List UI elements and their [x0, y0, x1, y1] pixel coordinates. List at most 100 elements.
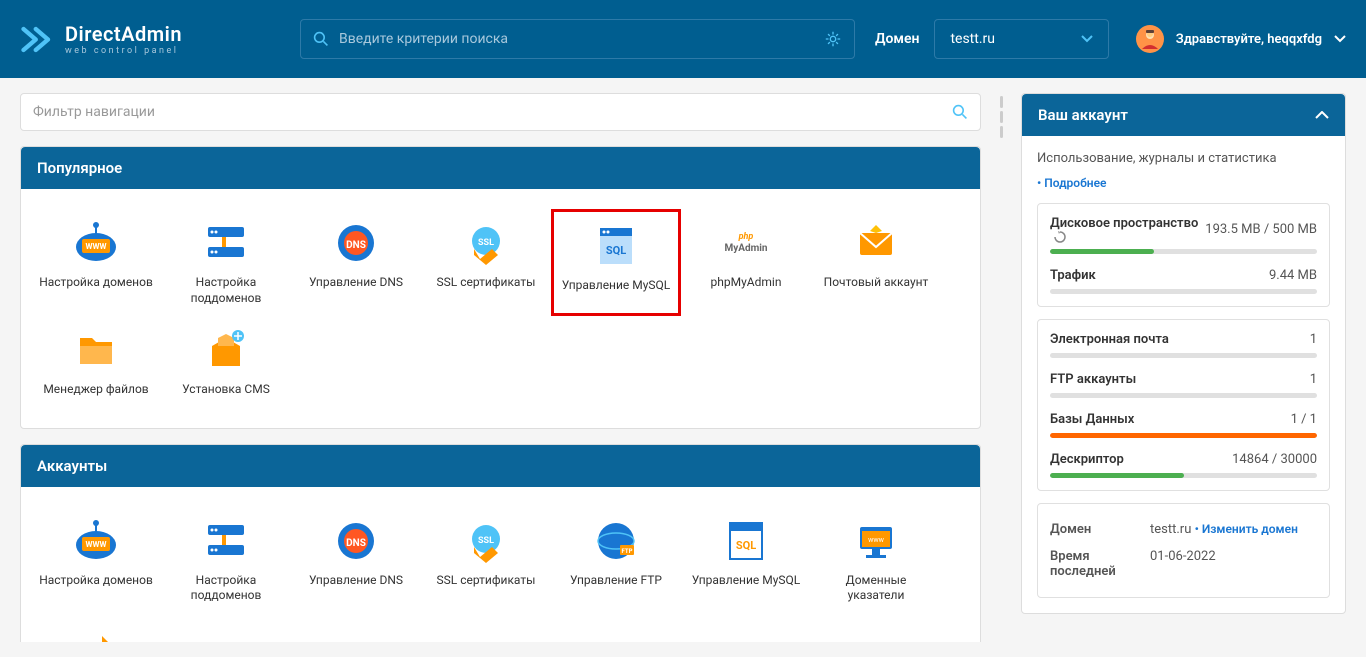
- stat-row: Трафик 9.44 MB: [1050, 268, 1317, 294]
- info-row: Доменtestt.ru • Изменить домен: [1050, 516, 1317, 543]
- grid-item-pointer[interactable]: wwwДоменные указатели: [811, 507, 941, 614]
- grid-item-label: Почтовый аккаунт: [824, 275, 929, 291]
- svg-text:SQL: SQL: [606, 244, 626, 257]
- grid-item-more[interactable]: [31, 614, 161, 642]
- stat-value: 193.5 MB / 500 MB: [1205, 222, 1317, 237]
- search-input[interactable]: [339, 31, 824, 47]
- files-icon: [72, 326, 120, 374]
- info-value: 01-06-2022: [1150, 549, 1317, 579]
- stat-row: Базы Данных 1 / 1: [1050, 412, 1317, 438]
- grid-item-label: Настройка доменов: [39, 275, 153, 291]
- grid-item-files[interactable]: Менеджер файлов: [31, 316, 161, 408]
- arrow-icon: [72, 624, 120, 642]
- grid-item-sql2[interactable]: SQLУправление MySQL: [681, 507, 811, 614]
- grid-item-ssl[interactable]: SSLSSL сертификаты: [421, 507, 551, 614]
- domain-select[interactable]: testt.ru: [934, 19, 1109, 59]
- search-icon: [313, 31, 329, 47]
- grid-item-www[interactable]: WWW Настройка доменов: [31, 209, 161, 316]
- sql2-icon: SQL: [722, 517, 770, 565]
- stat-value: 1: [1310, 332, 1317, 347]
- pma-icon: phpMyAdmin: [722, 219, 770, 267]
- www-icon: WWW: [72, 219, 120, 267]
- stat-row: Электронная почта 1: [1050, 332, 1317, 358]
- grid-item-subdomain[interactable]: Настройка поддоменов: [161, 507, 291, 614]
- stat-label: Электронная почта: [1050, 332, 1169, 347]
- grid-item-dns[interactable]: DNS Управление DNS: [291, 507, 421, 614]
- nav-filter-input[interactable]: [33, 104, 952, 120]
- ssl-icon: SSL: [462, 219, 510, 267]
- gear-icon[interactable]: [824, 30, 842, 48]
- svg-text:SSL: SSL: [478, 238, 494, 248]
- stat-row: FTP аккаунты1: [1050, 372, 1317, 398]
- widget-account: Ваш аккаунт Использование, журналы и ста…: [1021, 93, 1346, 614]
- grid-item-label: Управление FTP: [570, 573, 662, 589]
- stat-value: 9.44 MB: [1269, 268, 1317, 283]
- stat-row: Дисковое пространство193.5 MB / 500 MB: [1050, 216, 1317, 254]
- grid-item-ftp[interactable]: FTP Управление FTP: [551, 507, 681, 614]
- svg-text:DNS: DNS: [346, 538, 366, 549]
- grid-item-label: Установка CMS: [182, 382, 270, 398]
- subdomain-icon: [202, 219, 250, 267]
- info-label: Время последней: [1050, 549, 1150, 579]
- ftp-icon: FTP: [592, 517, 640, 565]
- stat-value: 1 / 1: [1291, 412, 1317, 427]
- cms-icon: [202, 326, 250, 374]
- panel-header-popular: Популярное: [21, 147, 980, 189]
- global-search[interactable]: [300, 19, 855, 59]
- greeting: Здравствуйте, heqqxfdg: [1176, 32, 1322, 47]
- svg-text:DNS: DNS: [346, 240, 366, 251]
- grid-item-ssl[interactable]: SSL SSL сертификаты: [421, 209, 551, 316]
- brand-title: DirectAdmin: [65, 22, 182, 46]
- svg-text:MyAdmin: MyAdmin: [724, 243, 767, 254]
- brand-subtitle: web control panel: [65, 46, 182, 56]
- svg-text:FTP: FTP: [622, 548, 633, 555]
- grid-item-label: Управление DNS: [309, 573, 403, 589]
- user-menu[interactable]: Здравствуйте, heqqxfdg: [1136, 25, 1346, 53]
- grid-item-dns[interactable]: DNS Управление DNS: [291, 209, 421, 316]
- grid-item-pma[interactable]: phpMyAdminphpMyAdmin: [681, 209, 811, 316]
- progress-bar: [1050, 393, 1317, 398]
- svg-text:php: php: [738, 232, 754, 242]
- dns-icon: DNS: [332, 219, 380, 267]
- change-domain-link[interactable]: • Изменить домен: [1195, 522, 1298, 536]
- svg-text:SQL: SQL: [736, 539, 756, 552]
- info-row: Время последней01-06-2022: [1050, 543, 1317, 585]
- grid-item-label: Управление DNS: [309, 275, 403, 291]
- stat-label: FTP аккаунты: [1050, 372, 1136, 387]
- grid-item-label: Настройка доменов: [39, 573, 153, 589]
- sql-icon: SQL: [592, 222, 640, 270]
- dns-icon: DNS: [332, 517, 380, 565]
- nav-filter[interactable]: [20, 93, 981, 131]
- progress-bar: [1050, 289, 1317, 294]
- grid-item-cms[interactable]: Установка CMS: [161, 316, 291, 408]
- panel-accounts: Аккаунты WWWНастройка доменовНастройка п…: [20, 444, 981, 642]
- more-link[interactable]: • Подробнее: [1037, 176, 1107, 190]
- mail-icon: [852, 219, 900, 267]
- svg-text:WWW: WWW: [86, 242, 107, 251]
- brand-logo[interactable]: DirectAdmin web control panel: [20, 22, 300, 57]
- grid-item-label: SSL сертификаты: [437, 275, 536, 291]
- grid-item-www[interactable]: WWWНастройка доменов: [31, 507, 161, 614]
- chevron-down-icon: [1081, 35, 1093, 43]
- progress-bar: [1050, 433, 1317, 438]
- avatar-icon: [1136, 25, 1164, 53]
- stat-row: Дескриптор14864 / 30000: [1050, 452, 1317, 478]
- grid-item-mail[interactable]: Почтовый аккаунт: [811, 209, 941, 316]
- pointer-icon: www: [852, 517, 900, 565]
- chevron-up-icon: [1315, 111, 1329, 119]
- info-label: Домен: [1050, 522, 1150, 537]
- progress-bar: [1050, 353, 1317, 358]
- svg-text:SSL: SSL: [478, 536, 494, 546]
- grid-item-label: Настройка поддоменов: [166, 573, 286, 604]
- widget-header-account[interactable]: Ваш аккаунт: [1022, 94, 1345, 136]
- info-value: testt.ru • Изменить домен: [1150, 522, 1317, 537]
- grid-item-sql[interactable]: SQLУправление MySQL: [551, 209, 681, 316]
- svg-text:www: www: [868, 536, 885, 544]
- grid-item-subdomain[interactable]: Настройка поддоменов: [161, 209, 291, 316]
- refresh-icon[interactable]: [1054, 231, 1066, 243]
- stat-label: Трафик: [1050, 268, 1096, 283]
- subdomain-icon: [202, 517, 250, 565]
- stat-label: Базы Данных: [1050, 412, 1134, 427]
- ssl-icon: SSL: [462, 517, 510, 565]
- widget-subtitle: Использование, журналы и статистика: [1037, 151, 1330, 166]
